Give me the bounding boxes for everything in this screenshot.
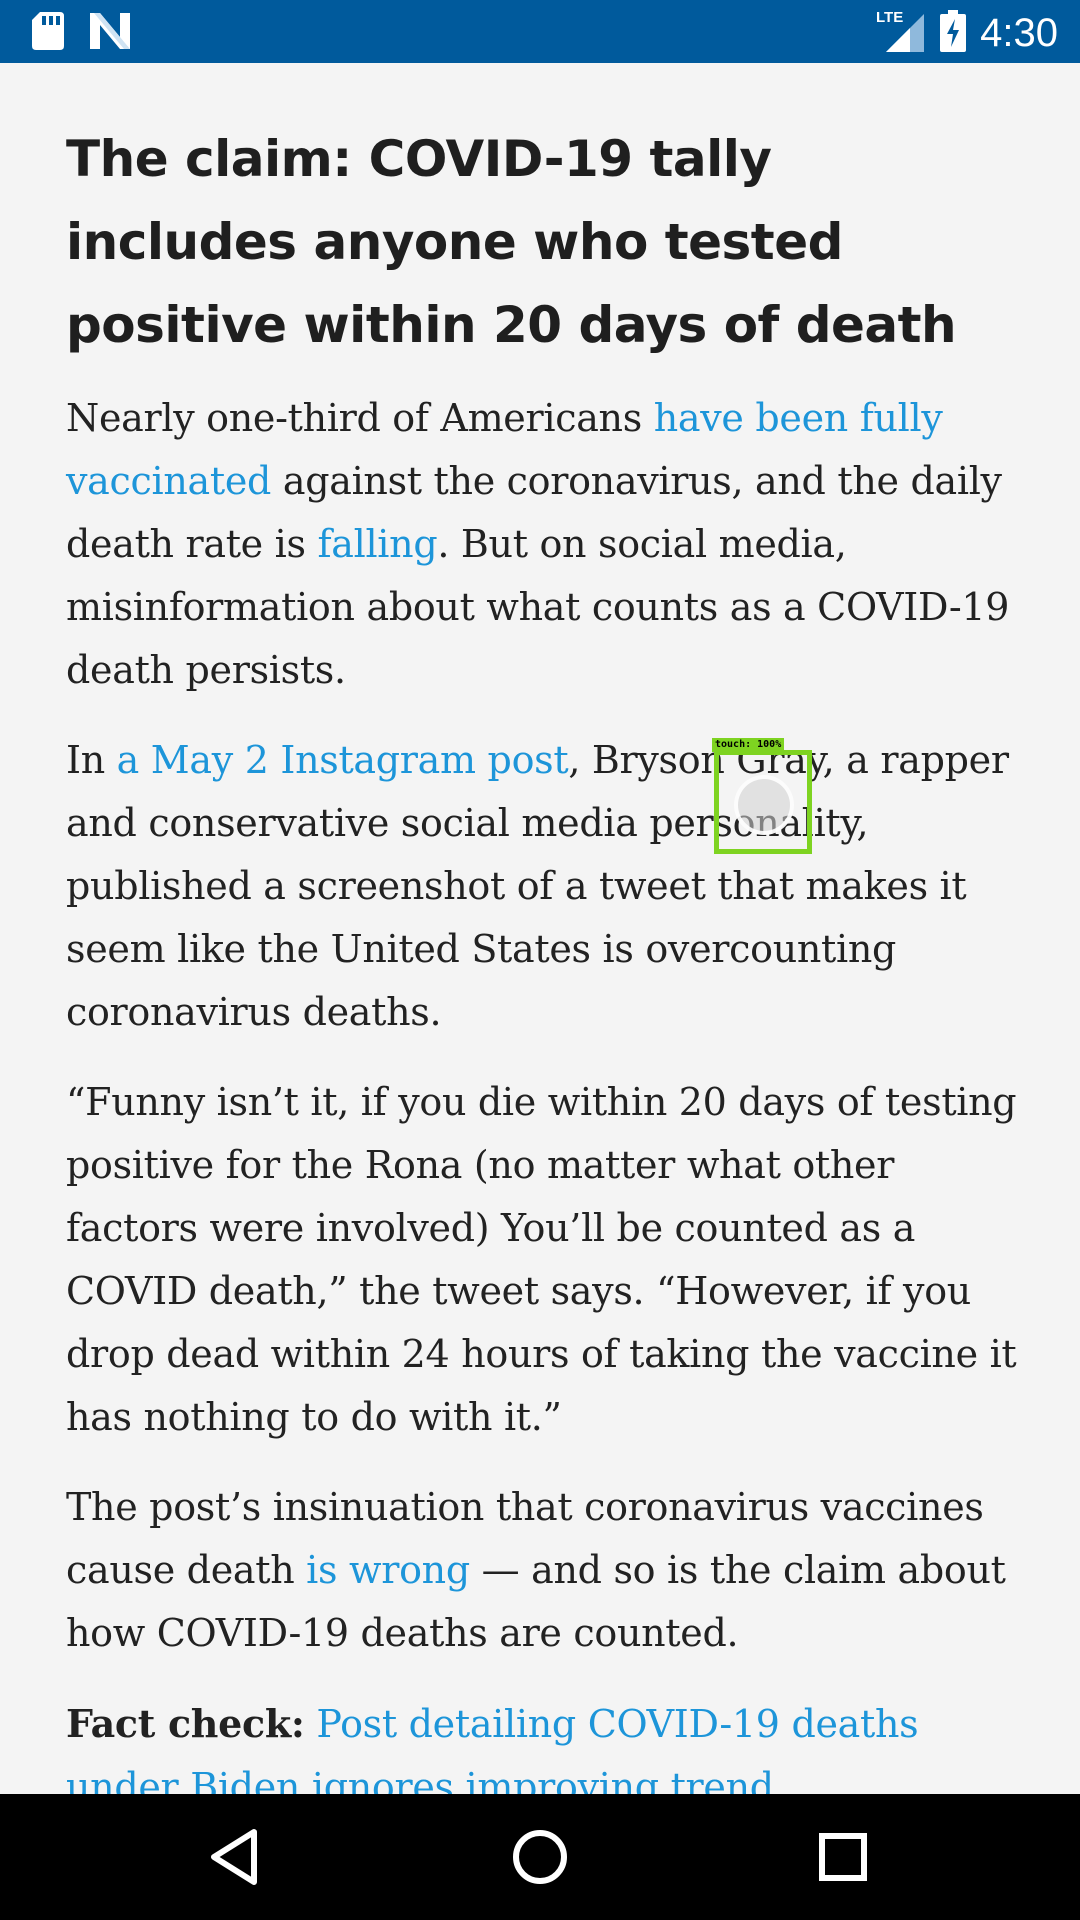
lte-signal-icon: LTE bbox=[874, 8, 926, 59]
paragraph-text: Nearly one-third of Americans bbox=[66, 396, 654, 440]
link-instagram-post[interactable]: a May 2 Instagram post bbox=[117, 738, 569, 782]
article-paragraph: Nearly one-third of Americans have been … bbox=[66, 387, 1026, 702]
paragraph-text: , Bryson Gray, a rapper and conservative… bbox=[66, 738, 1009, 1034]
fact-check-label: Fact check: bbox=[66, 1701, 305, 1746]
article-paragraph: In a May 2 Instagram post, Bryson Gray, … bbox=[66, 729, 1026, 1044]
home-icon[interactable] bbox=[507, 1824, 573, 1890]
nav-bar bbox=[0, 1794, 1080, 1920]
recents-icon[interactable] bbox=[810, 1824, 876, 1890]
article-headline: The claim: COVID-19 tally includes anyon… bbox=[66, 130, 957, 354]
back-icon[interactable] bbox=[204, 1824, 270, 1890]
battery-charging-icon bbox=[940, 10, 967, 57]
link-falling[interactable]: falling bbox=[317, 522, 437, 566]
status-left-icons bbox=[32, 12, 130, 55]
svg-text:LTE: LTE bbox=[876, 9, 903, 26]
notification-n-icon bbox=[90, 13, 130, 54]
link-is-wrong[interactable]: is wrong bbox=[306, 1548, 470, 1592]
status-right-icons: LTE 4:30 bbox=[874, 8, 1058, 59]
article-paragraph: “Funny isn’t it, if you die within 20 da… bbox=[66, 1071, 1026, 1449]
article-paragraph: The post’s insinuation that coronavirus … bbox=[66, 1476, 1026, 1665]
screen: LTE 4:30 The claim: COVID-19 tally inclu… bbox=[0, 0, 1080, 1920]
article: The claim: COVID-19 tally includes anyon… bbox=[66, 118, 1026, 1819]
status-bar: LTE 4:30 bbox=[0, 0, 1080, 63]
sd-card-icon bbox=[32, 12, 64, 55]
touch-point-icon bbox=[734, 775, 794, 835]
paragraph-text: In bbox=[66, 738, 117, 782]
paragraph-text: “Funny isn’t it, if you die within 20 da… bbox=[66, 1080, 1017, 1439]
status-time: 4:30 bbox=[980, 11, 1058, 55]
